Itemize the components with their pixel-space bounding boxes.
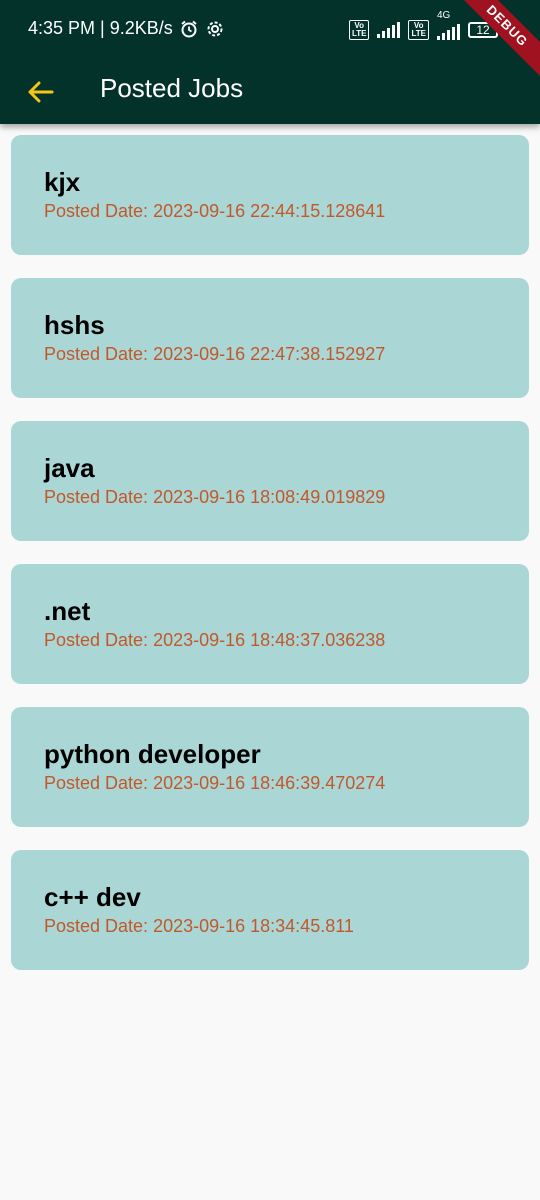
volte-badge-1: Vo LTE — [348, 20, 370, 40]
job-posted-date: Posted Date: 2023-09-16 18:08:49.019829 — [44, 487, 386, 507]
job-title: hshs — [44, 310, 105, 340]
signal-bars-1-icon — [377, 22, 401, 38]
job-title: .net — [44, 596, 91, 626]
job-posted-date: Posted Date: 2023-09-16 18:46:39.470274 — [44, 773, 386, 793]
page-title: Posted Jobs — [100, 73, 244, 103]
job-card[interactable]: java Posted Date: 2023-09-16 18:08:49.01… — [11, 421, 529, 541]
job-card[interactable]: .net Posted Date: 2023-09-16 18:48:37.03… — [11, 564, 529, 684]
back-button[interactable] — [20, 72, 60, 112]
job-title: python developer — [44, 739, 261, 769]
job-posted-date: Posted Date: 2023-09-16 18:48:37.036238 — [44, 630, 386, 650]
signal-bars-2-icon — [437, 24, 460, 40]
job-title: kjx — [44, 167, 81, 197]
status-time-speed: 4:35 PM | 9.2KB/s — [28, 18, 173, 38]
volte-badge-2: Vo LTE — [408, 20, 429, 40]
job-posted-date: Posted Date: 2023-09-16 22:47:38.152927 — [44, 344, 386, 364]
arrow-back-icon — [28, 81, 54, 103]
job-title: java — [44, 453, 95, 483]
job-card[interactable]: kjx Posted Date: 2023-09-16 22:44:15.128… — [11, 135, 529, 255]
job-list: kjx Posted Date: 2023-09-16 22:44:15.128… — [11, 135, 529, 993]
job-posted-date: Posted Date: 2023-09-16 18:34:45.811 — [44, 916, 354, 936]
alarm-icon — [181, 20, 197, 37]
toolbar: Posted Jobs — [0, 60, 540, 124]
status-left: 4:35 PM | 9.2KB/s — [28, 18, 225, 39]
status-bar: 4:35 PM | 9.2KB/s Vo LTE Vo LTE 4G 12 — [0, 0, 540, 60]
job-card[interactable]: c++ dev Posted Date: 2023-09-16 18:34:45… — [11, 850, 529, 970]
job-card[interactable]: python developer Posted Date: 2023-09-16… — [11, 707, 529, 827]
battery-level: 12 — [476, 23, 490, 37]
settings-gear-icon — [207, 21, 223, 36]
status-right: Vo LTE Vo LTE 4G 12 — [348, 10, 501, 40]
app-bar: 4:35 PM | 9.2KB/s Vo LTE Vo LTE 4G 12 DE… — [0, 0, 540, 124]
job-title: c++ dev — [44, 882, 141, 912]
job-posted-date: Posted Date: 2023-09-16 22:44:15.128641 — [44, 201, 386, 221]
network-4g: 4G — [437, 10, 460, 40]
job-card[interactable]: hshs Posted Date: 2023-09-16 22:47:38.15… — [11, 278, 529, 398]
network-label: 4G — [437, 10, 451, 21]
